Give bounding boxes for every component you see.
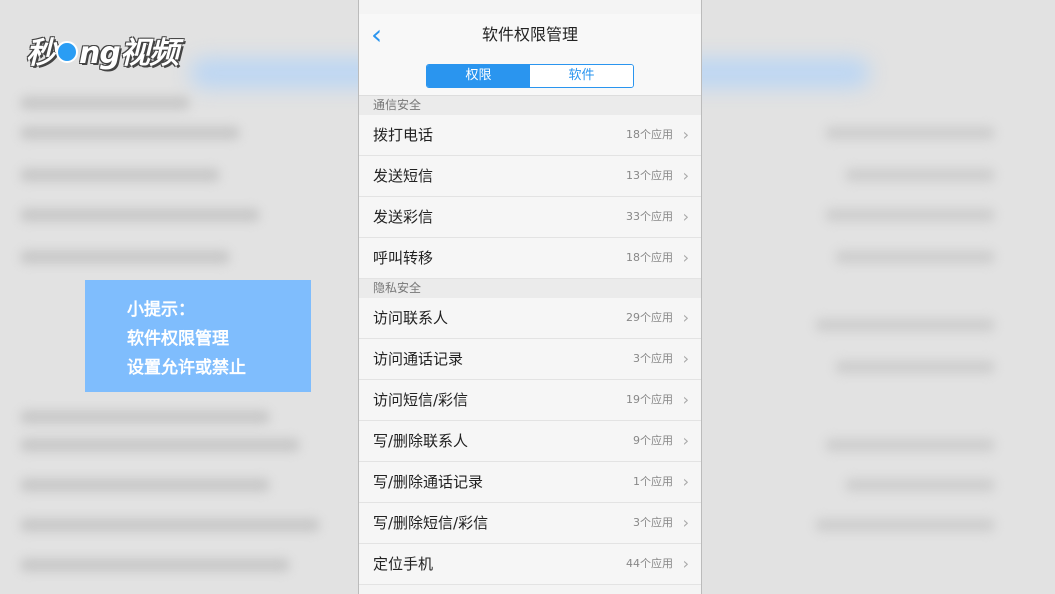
tip-line: 设置允许或禁止 — [127, 358, 246, 378]
background-row — [20, 96, 190, 110]
background-row — [845, 478, 995, 492]
app-count: 3个应用 — [633, 516, 673, 529]
background-row — [20, 558, 290, 572]
list-item-label: 写/删除短信/彩信 — [373, 514, 489, 532]
background-row — [815, 318, 995, 332]
list-item-label: 访问联系人 — [373, 309, 449, 327]
chevron-left-icon[interactable]: ‹ — [371, 14, 382, 56]
app-count: 13个应用 — [626, 169, 673, 182]
chevron-right-icon: › — [682, 472, 689, 491]
background-row — [835, 360, 995, 374]
background-row — [20, 518, 320, 532]
list-item[interactable]: 呼叫转移 18个应用 › — [359, 238, 701, 279]
list-item-label: 访问通话记录 — [373, 350, 464, 368]
chevron-right-icon: › — [682, 390, 689, 409]
play-dot-icon — [56, 40, 78, 63]
background-row — [845, 168, 995, 182]
background-row — [815, 518, 995, 532]
list-item-label: 拨打电话 — [373, 126, 434, 144]
app-count: 18个应用 — [626, 128, 673, 141]
list-item[interactable]: 拨打电话 18个应用 › — [359, 115, 701, 156]
status-bar — [359, 0, 701, 14]
chevron-right-icon: › — [682, 166, 689, 185]
video-logo: 秒 ng视频 — [26, 28, 179, 72]
list-item[interactable]: 发送短信 13个应用 › — [359, 156, 701, 197]
list-item[interactable]: 发送彩信 33个应用 › — [359, 197, 701, 238]
segmented-control-bar: 权限 软件 — [359, 56, 701, 96]
background-row — [20, 438, 300, 452]
list-item[interactable]: 访问短信/彩信 19个应用 › — [359, 380, 701, 421]
app-count: 18个应用 — [626, 251, 673, 264]
background-row — [20, 208, 260, 222]
list-item[interactable]: 定位手机 44个应用 › — [359, 544, 701, 585]
section-header: 隐私安全 — [359, 279, 701, 298]
chevron-right-icon: › — [682, 248, 689, 267]
chevron-right-icon: › — [682, 513, 689, 532]
background-row — [20, 126, 240, 140]
background-row — [20, 250, 230, 264]
list-item-label: 呼叫转移 — [373, 249, 434, 267]
tab-apps[interactable]: 软件 — [530, 64, 633, 87]
list-item[interactable]: 写/删除通话记录 1个应用 › — [359, 462, 701, 503]
background-row — [20, 478, 270, 492]
tab-permissions[interactable]: 权限 — [427, 64, 530, 87]
app-count: 1个应用 — [633, 475, 673, 488]
background-row — [825, 438, 995, 452]
list-item[interactable]: 写/删除短信/彩信 3个应用 › — [359, 503, 701, 544]
list-item-label: 发送短信 — [373, 167, 434, 185]
list-item[interactable]: 访问联系人 29个应用 › — [359, 298, 701, 339]
background-row — [20, 168, 220, 182]
list-item-label: 访问短信/彩信 — [373, 391, 469, 409]
list-item[interactable]: 访问通话记录 3个应用 › — [359, 339, 701, 380]
segmented-control: 权限 软件 — [426, 63, 634, 88]
app-count: 3个应用 — [633, 352, 673, 365]
page-title: 软件权限管理 — [481, 25, 578, 44]
app-count: 9个应用 — [633, 434, 673, 447]
background-row — [20, 410, 270, 424]
nav-bar: ‹ 软件权限管理 — [359, 14, 701, 56]
tip-box: 小提示： 软件权限管理 设置允许或禁止 — [85, 280, 311, 392]
app-count: 44个应用 — [626, 557, 673, 570]
list-item-label: 发送彩信 — [373, 208, 434, 226]
background-row — [835, 250, 995, 264]
app-count: 19个应用 — [626, 393, 673, 406]
tip-line: 软件权限管理 — [127, 329, 229, 349]
background-row — [825, 126, 995, 140]
list-item-label: 写/删除联系人 — [373, 432, 469, 450]
chevron-right-icon: › — [682, 431, 689, 450]
logo-text-end: ng视频 — [79, 36, 179, 71]
chevron-right-icon: › — [682, 125, 689, 144]
list-item-label: 定位手机 — [373, 555, 434, 573]
tip-heading: 小提示： — [127, 300, 195, 320]
list-item-label: 写/删除通话记录 — [373, 473, 484, 491]
list-item[interactable]: 写/删除联系人 9个应用 › — [359, 421, 701, 462]
chevron-right-icon: › — [682, 349, 689, 368]
phone-screen: ‹ 软件权限管理 权限 软件 通信安全 拨打电话 18个应用 › 发送短信 13… — [358, 0, 702, 594]
logo-text-start: 秒 — [26, 36, 56, 71]
chevron-right-icon: › — [682, 554, 689, 573]
app-count: 33个应用 — [626, 210, 673, 223]
background-row — [825, 208, 995, 222]
chevron-right-icon: › — [682, 207, 689, 226]
app-count: 29个应用 — [626, 311, 673, 324]
section-header: 通信安全 — [359, 96, 701, 115]
chevron-right-icon: › — [682, 308, 689, 327]
